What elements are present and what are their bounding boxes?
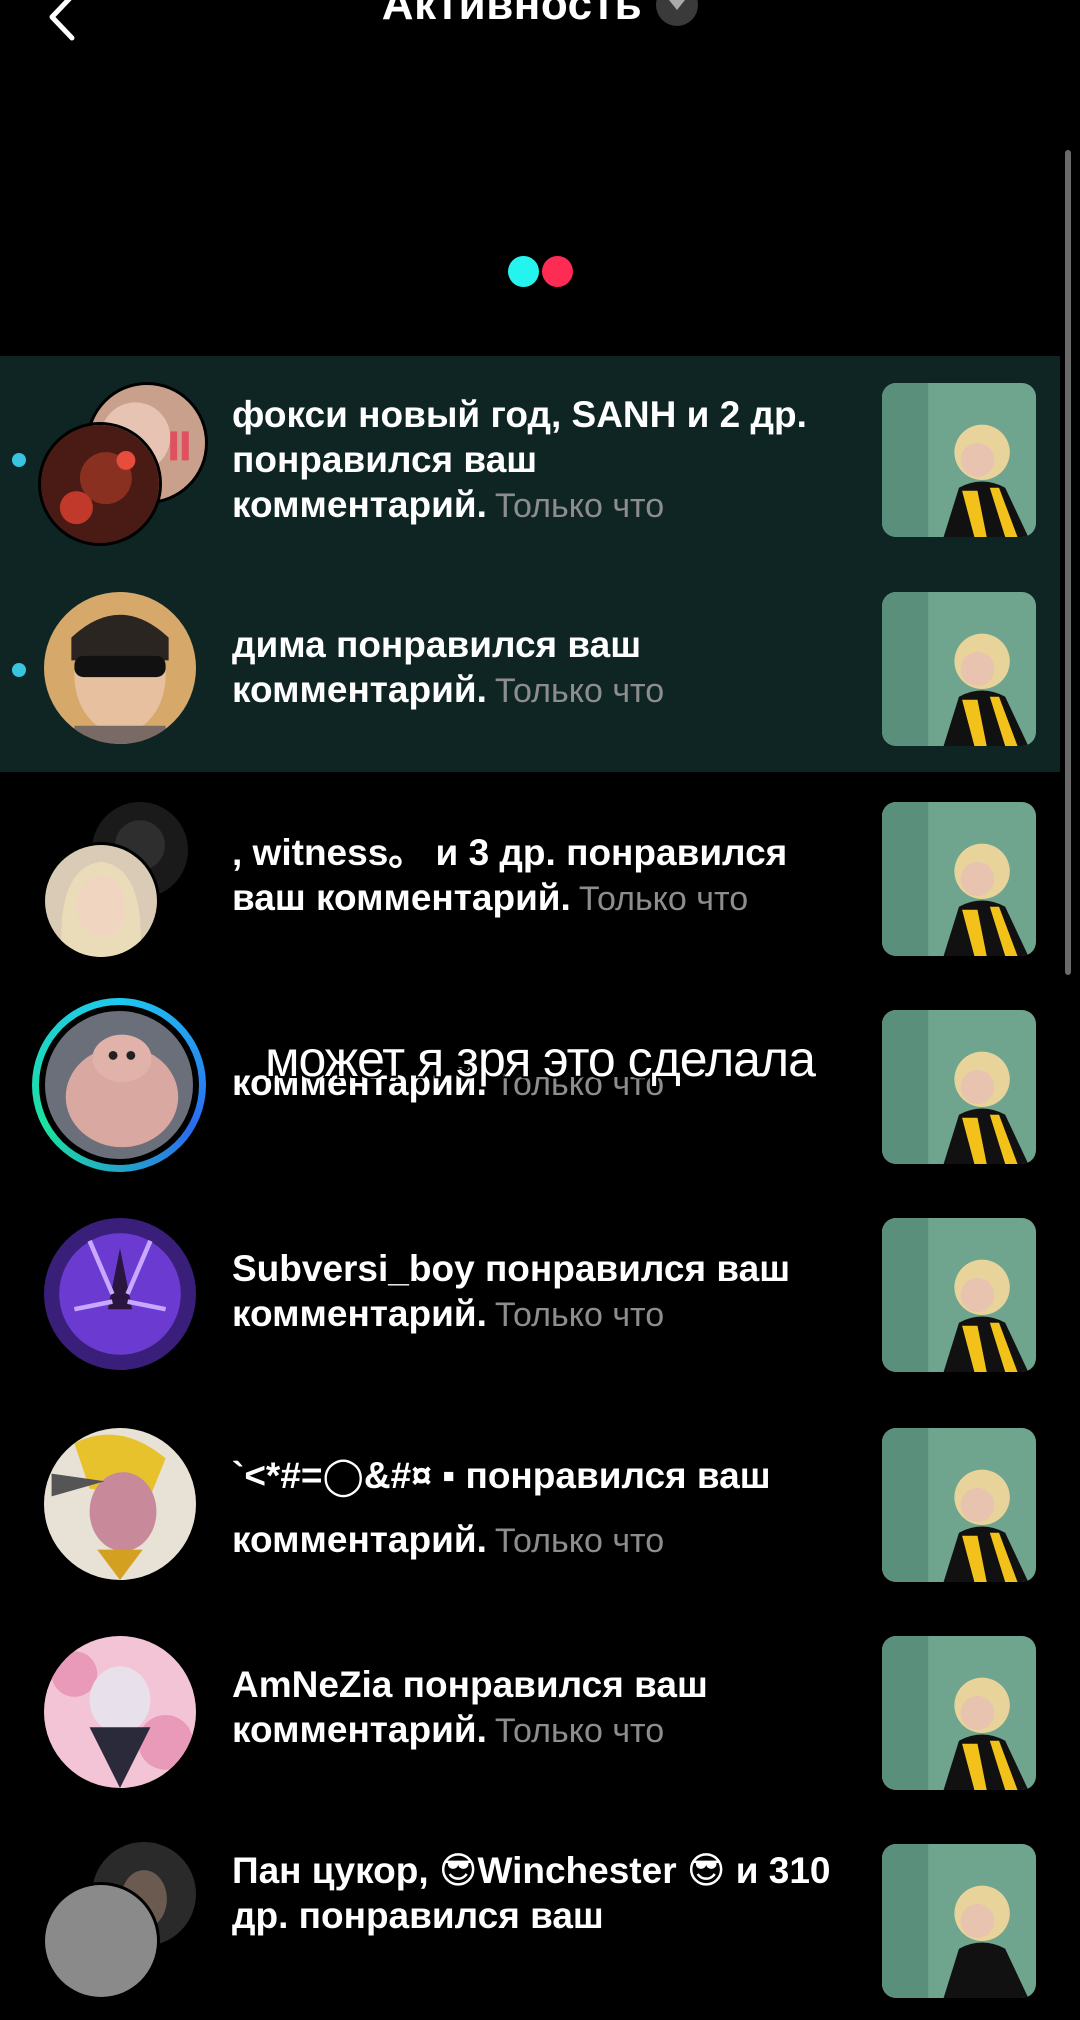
- header: Активность: [0, 0, 1080, 60]
- notification-row[interactable]: фокси новый год, SANH и 2 др. понравился…: [0, 356, 1060, 564]
- unread-indicator: [12, 663, 26, 677]
- avatar[interactable]: [42, 1882, 160, 2000]
- notification-time: Только что: [494, 1522, 665, 1560]
- notification-time: Только что: [494, 672, 665, 710]
- avatar[interactable]: [44, 1428, 196, 1580]
- scrollbar[interactable]: [1065, 150, 1071, 975]
- notification-text: Пан цукор, 😎Winchester 😎 и 310 др. понра…: [232, 1848, 852, 1940]
- notification-row[interactable]: Subversi_boy понравился ваш комментарий.…: [0, 1188, 1060, 1396]
- notification-user: `<*#=◯&#¤ ▪: [232, 1455, 456, 1496]
- notification-action: понравился ваш: [298, 1895, 604, 1936]
- loader-dot-red: [542, 256, 573, 287]
- avatar[interactable]: [44, 592, 196, 744]
- notification-user: фокси новый год, SANH и 2 др.: [232, 394, 807, 435]
- avatar[interactable]: [38, 422, 162, 546]
- page-title: Активность: [381, 0, 643, 30]
- avatar[interactable]: [44, 1218, 196, 1370]
- notification-text: AmNeZia понравился ваш комментарий. Тольк…: [232, 1662, 852, 1754]
- notification-row[interactable]: дима понравился ваш комментарий. Только ч…: [0, 564, 1060, 772]
- loader-dot-cyan: [508, 256, 539, 287]
- avatar[interactable]: [42, 842, 160, 960]
- unread-indicator: [12, 453, 26, 467]
- activity-filter-dropdown[interactable]: Активность: [0, 0, 1080, 30]
- notification-text: дима понравился ваш комментарий. Только ч…: [232, 622, 852, 714]
- notification-action: понравился ваш комментарий.: [232, 439, 538, 525]
- video-thumbnail[interactable]: [882, 592, 1036, 746]
- notification-user: дима: [232, 624, 326, 665]
- notification-time: Только что: [494, 487, 665, 525]
- notification-time: Только что: [494, 1296, 665, 1334]
- notification-text: , witness。 и 3 др. понравился ваш коммен…: [232, 830, 852, 922]
- notification-text: Subversi_boy понравился ваш комментарий.…: [232, 1246, 852, 1338]
- notification-time: Только что: [578, 880, 749, 918]
- video-thumbnail[interactable]: [882, 802, 1036, 956]
- notification-row[interactable]: Пан цукор, 😎Winchester 😎 и 310 др. понра…: [0, 1812, 1060, 2020]
- notification-user: AmNeZia: [232, 1664, 393, 1705]
- video-thumbnail[interactable]: [882, 383, 1036, 537]
- video-thumbnail[interactable]: [882, 1218, 1036, 1372]
- notification-row[interactable]: , witness。 и 3 др. понравился ваш коммен…: [0, 772, 1060, 980]
- loading-indicator: [508, 256, 574, 288]
- notification-user: Subversi_boy: [232, 1248, 475, 1289]
- avatar[interactable]: [44, 1636, 196, 1788]
- notification-user: , witness。 и 3 др.: [232, 832, 556, 873]
- video-thumbnail[interactable]: [882, 1428, 1036, 1582]
- notification-text: `<*#=◯&#¤ ▪ понравился ваш комментарий. Т…: [232, 1444, 852, 1573]
- video-thumbnail[interactable]: [882, 1844, 1036, 1998]
- video-thumbnail[interactable]: [882, 1636, 1036, 1790]
- video-caption-overlay: может я зря это сделала: [265, 1031, 816, 1087]
- notification-row[interactable]: AmNeZia понравился ваш комментарий. Тольк…: [0, 1604, 1060, 1812]
- notification-row[interactable]: `<*#=◯&#¤ ▪ понравился ваш комментарий. Т…: [0, 1396, 1060, 1604]
- notification-time: Только что: [494, 1712, 665, 1750]
- caret-down-icon: [656, 0, 699, 27]
- notification-text: фокси новый год, SANH и 2 др. понравился…: [232, 392, 852, 529]
